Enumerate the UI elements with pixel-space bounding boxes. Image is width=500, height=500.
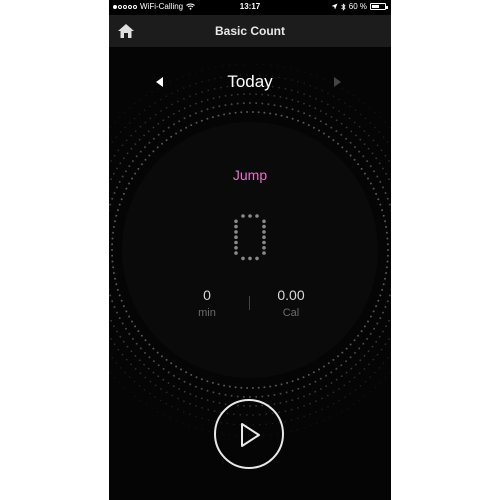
calories-unit: Cal xyxy=(282,307,300,319)
play-button[interactable] xyxy=(214,399,284,469)
duration-unit: min xyxy=(198,307,216,319)
phone-screen: WiFi-Calling 13:17 60 % Basic Count Toda… xyxy=(109,0,391,500)
activity-label: Jump xyxy=(232,167,268,183)
date-label: Today xyxy=(227,72,273,91)
play-icon xyxy=(241,423,260,447)
calories-value: 0.00 xyxy=(277,287,305,303)
duration-value: 0 xyxy=(203,287,211,303)
stat-divider xyxy=(249,296,250,310)
count-display xyxy=(234,214,266,261)
chevron-right-icon[interactable] xyxy=(334,77,341,87)
